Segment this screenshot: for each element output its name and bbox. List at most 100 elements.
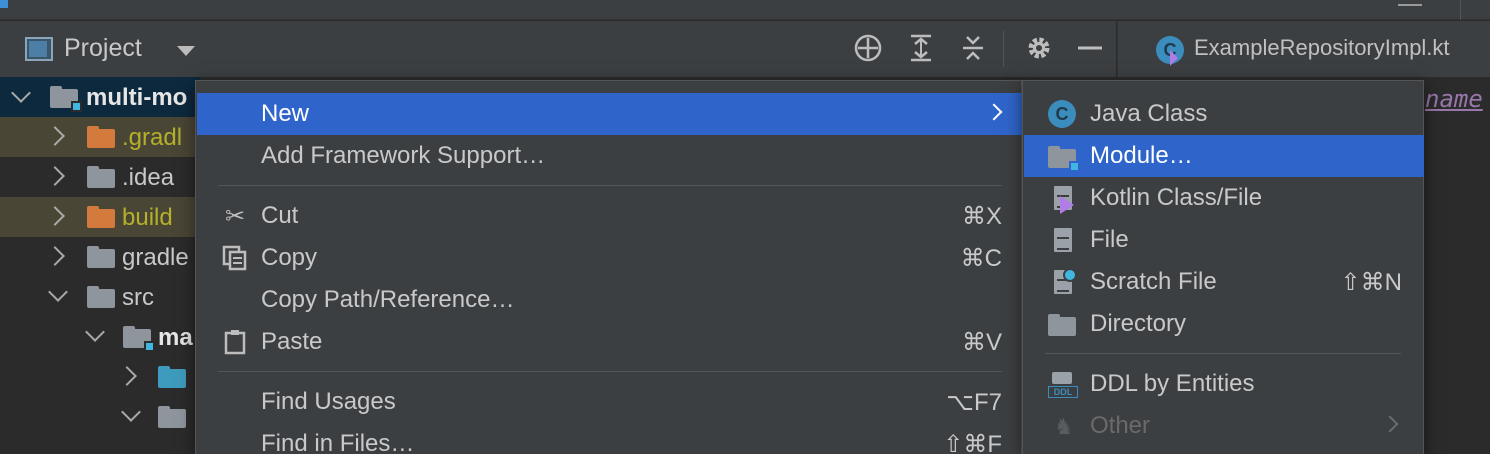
code-fragment: name <box>1425 85 1483 113</box>
tree-label: ma <box>158 324 193 351</box>
kotlin-class-icon: C <box>1156 36 1184 66</box>
submenu-item-label: DDL by Entities <box>1090 370 1255 397</box>
module-folder-icon <box>1048 142 1080 172</box>
menu-item-find-usages[interactable]: Find Usages ⌥F7 <box>197 381 1022 423</box>
menu-item-shortcut: ⌥F7 <box>946 389 1002 416</box>
menu-item-copy[interactable]: Copy ⌘C <box>197 237 1022 279</box>
submenu-item-label: Scratch File <box>1090 268 1217 295</box>
submenu-item-file[interactable]: File <box>1024 219 1424 261</box>
menu-item-label: Add Framework Support… <box>261 142 546 169</box>
submenu-item-directory[interactable]: Directory <box>1024 303 1424 345</box>
menu-item-label: Copy Path/Reference… <box>261 286 515 313</box>
menu-item-label: Find in Files… <box>261 430 415 454</box>
submenu-item-java-class[interactable]: C Java Class <box>1024 93 1424 135</box>
java-class-icon: C <box>1048 100 1078 130</box>
tree-label: src <box>122 284 154 311</box>
editor-tab[interactable]: C ExampleRepositoryImpl.kt <box>1117 21 1490 77</box>
submenu-item-label: Module… <box>1090 142 1193 169</box>
submenu-item-module[interactable]: Module… <box>1024 135 1424 177</box>
tree-row[interactable] <box>0 357 200 397</box>
folder-icon <box>87 126 115 148</box>
menu-item-copy-path[interactable]: Copy Path/Reference… <box>197 279 1022 321</box>
menu-item-new[interactable]: New <box>197 93 1022 135</box>
module-folder-icon <box>50 86 82 112</box>
app-icon <box>0 0 8 8</box>
menu-item-shortcut: ⌘X <box>961 203 1002 230</box>
tree-label: build <box>122 204 173 231</box>
tree-label: .idea <box>122 164 175 191</box>
tree-row-root[interactable]: multi-mo <box>0 77 200 117</box>
project-view-title[interactable]: Project <box>64 34 142 63</box>
clipboard-icon <box>221 329 249 357</box>
other-icon: ♞ <box>1054 414 1074 439</box>
menu-item-add-framework-support[interactable]: Add Framework Support… <box>197 135 1022 177</box>
menu-separator <box>1045 353 1401 354</box>
tree-row[interactable]: .gradl <box>0 117 200 157</box>
expand-all-icon[interactable] <box>904 33 938 65</box>
module-folder-icon <box>123 326 155 352</box>
chevron-down-icon[interactable] <box>48 282 68 302</box>
tree-label: .gradl <box>122 124 183 151</box>
gear-icon[interactable] <box>1022 33 1056 65</box>
chevron-right-icon[interactable] <box>45 246 65 266</box>
copy-icon <box>221 245 249 273</box>
submenu-item-label: Kotlin Class/File <box>1090 184 1263 211</box>
chevron-right-icon[interactable] <box>117 366 137 386</box>
folder-icon <box>1048 310 1078 340</box>
menu-item-label: Paste <box>261 328 323 355</box>
collapse-all-icon[interactable] <box>956 33 990 65</box>
chevron-down-icon[interactable] <box>11 83 31 103</box>
toolbar-divider <box>1003 31 1004 67</box>
submenu-item-other[interactable]: ♞ Other <box>1024 405 1424 447</box>
submenu-item-shortcut: ⇧⌘N <box>1340 269 1402 296</box>
chevron-right-icon[interactable] <box>45 206 65 226</box>
chevron-right-icon[interactable] <box>45 166 65 186</box>
submenu-item-label: File <box>1090 226 1129 253</box>
tree-row[interactable]: gradle <box>0 237 200 277</box>
project-tree[interactable]: multi-mo .gradl .idea build gradle src m… <box>0 77 200 454</box>
chevron-right-icon[interactable] <box>45 126 65 146</box>
chevron-down-icon[interactable] <box>121 402 141 422</box>
ddl-icon: DDL <box>1048 370 1078 400</box>
menu-item-find-in-files[interactable]: Find in Files… ⇧⌘F <box>197 423 1022 454</box>
source-folder-icon <box>158 366 186 388</box>
submenu-item-ddl-by-entities[interactable]: DDL DDL by Entities <box>1024 363 1424 405</box>
divider <box>1460 0 1461 20</box>
tree-row[interactable] <box>0 397 200 437</box>
locate-icon[interactable] <box>851 33 885 65</box>
context-menu: New Add Framework Support… ✂ Cut ⌘X Copy… <box>195 80 1022 454</box>
submenu-item-label: Other <box>1090 412 1151 439</box>
tree-row[interactable]: src <box>0 277 200 317</box>
menu-item-shortcut: ⌘C <box>960 245 1002 272</box>
folder-icon <box>87 286 115 308</box>
resources-folder-icon <box>158 406 186 428</box>
new-submenu: C Java Class Module… Kotlin Class/File F… <box>1022 80 1424 454</box>
menu-item-shortcut: ⌘V <box>961 329 1002 356</box>
chevron-down-icon[interactable] <box>85 322 105 342</box>
menu-separator <box>218 371 1002 372</box>
submenu-item-scratch-file[interactable]: Scratch File ⇧⌘N <box>1024 261 1424 303</box>
menu-item-label: Find Usages <box>261 388 396 415</box>
tree-row[interactable]: build <box>0 197 200 237</box>
minimize-window-icon[interactable] <box>1398 0 1422 6</box>
tree-row[interactable]: ma <box>0 317 200 357</box>
folder-icon <box>87 206 115 228</box>
menu-separator <box>218 185 1002 186</box>
menu-item-label: Cut <box>261 202 299 229</box>
folder-icon <box>87 246 115 268</box>
folder-icon <box>87 166 115 188</box>
editor-tab-label: ExampleRepositoryImpl.kt <box>1194 35 1450 60</box>
submenu-item-kotlin-class-file[interactable]: Kotlin Class/File <box>1024 177 1424 219</box>
scratch-file-icon <box>1048 268 1078 298</box>
chevron-down-icon[interactable] <box>177 46 195 56</box>
menu-item-shortcut: ⇧⌘F <box>943 431 1002 454</box>
title-bar <box>0 0 1490 20</box>
submenu-item-label: Java Class <box>1090 100 1208 127</box>
tree-row[interactable]: .idea <box>0 157 200 197</box>
menu-item-cut[interactable]: ✂ Cut ⌘X <box>197 195 1022 237</box>
minimize-icon[interactable] <box>1073 33 1107 65</box>
menu-item-paste[interactable]: Paste ⌘V <box>197 321 1022 363</box>
project-toolbar: Project <box>0 21 1116 77</box>
tree-label: multi-mo <box>86 84 188 111</box>
project-view-icon <box>25 37 53 61</box>
